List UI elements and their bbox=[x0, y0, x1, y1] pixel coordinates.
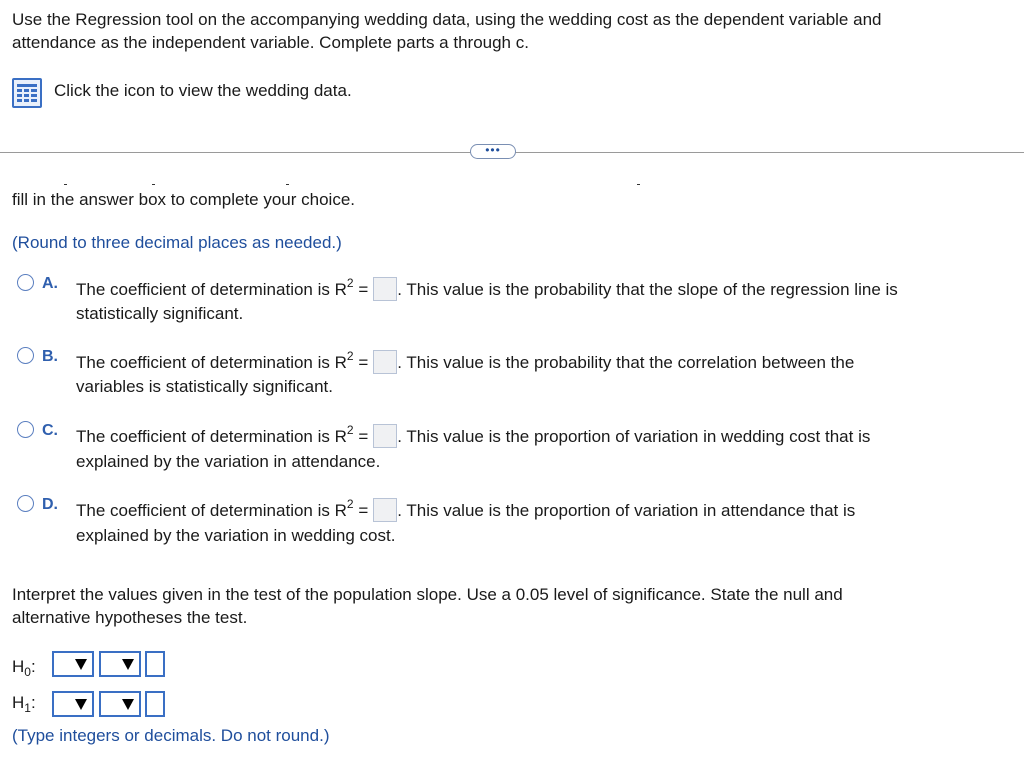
dropdown-arrow-icon bbox=[122, 699, 134, 710]
option-c-line-2: explained by the variation in attendance… bbox=[76, 452, 381, 471]
option-d-text: The coefficient of determination is R2 =… bbox=[76, 497, 856, 522]
h0-parameter-dropdown[interactable] bbox=[52, 651, 94, 677]
intro-line-1: Use the Regression tool on the accompany… bbox=[12, 10, 882, 29]
option-a-line-2: statistically significant. bbox=[76, 304, 244, 323]
h0-value-input[interactable] bbox=[145, 651, 165, 677]
clipped-text-mark bbox=[152, 184, 155, 185]
intro-text: Use the Regression tool on the accompany… bbox=[12, 8, 1012, 54]
option-d-radio[interactable] bbox=[17, 495, 34, 512]
option-c-text: The coefficient of determination is R2 =… bbox=[76, 423, 871, 448]
dropdown-arrow-icon bbox=[122, 659, 134, 670]
option-a-answer-box[interactable] bbox=[373, 277, 398, 301]
option-a-letter: A. bbox=[42, 275, 58, 292]
dropdown-arrow-icon bbox=[75, 699, 87, 710]
grid-table-icon[interactable] bbox=[12, 78, 42, 108]
part-c-note: (Type integers or decimals. Do not round… bbox=[12, 726, 330, 745]
dropdown-arrow-icon bbox=[75, 659, 87, 670]
more-button[interactable]: ••• bbox=[470, 144, 516, 159]
option-c-answer-box[interactable] bbox=[373, 424, 398, 448]
view-data-link[interactable]: Click the icon to view the wedding data. bbox=[54, 81, 352, 101]
h0-operator-dropdown[interactable] bbox=[99, 651, 141, 677]
option-a-radio[interactable] bbox=[17, 274, 34, 291]
clipped-text-mark bbox=[286, 184, 289, 185]
intro-line-2: attendance as the independent variable. … bbox=[12, 33, 529, 52]
option-d-letter: D. bbox=[42, 496, 58, 513]
option-a-text: The coefficient of determination is R2 =… bbox=[76, 276, 898, 301]
option-b-answer-box[interactable] bbox=[373, 350, 398, 374]
rounding-note: (Round to three decimal places as needed… bbox=[12, 233, 342, 252]
option-b-radio[interactable] bbox=[17, 347, 34, 364]
option-b-line-2: variables is statistically significant. bbox=[76, 377, 333, 396]
part-c-prompt: Interpret the values given in the test o… bbox=[12, 585, 843, 627]
option-d-answer-box[interactable] bbox=[373, 498, 398, 522]
clipped-text-mark bbox=[637, 184, 640, 185]
h0-label: H0: bbox=[12, 657, 36, 679]
option-c-letter: C. bbox=[42, 422, 58, 439]
h1-label: H1: bbox=[12, 693, 36, 715]
h1-operator-dropdown[interactable] bbox=[99, 691, 141, 717]
clipped-text-mark bbox=[64, 184, 67, 185]
instruction-text: fill in the answer box to complete your … bbox=[12, 190, 356, 209]
option-b-text: The coefficient of determination is R2 =… bbox=[76, 349, 855, 374]
h1-parameter-dropdown[interactable] bbox=[52, 691, 94, 717]
option-d-line-2: explained by the variation in wedding co… bbox=[76, 526, 396, 545]
option-b-letter: B. bbox=[42, 348, 58, 365]
h1-value-input[interactable] bbox=[145, 691, 165, 717]
option-c-radio[interactable] bbox=[17, 421, 34, 438]
